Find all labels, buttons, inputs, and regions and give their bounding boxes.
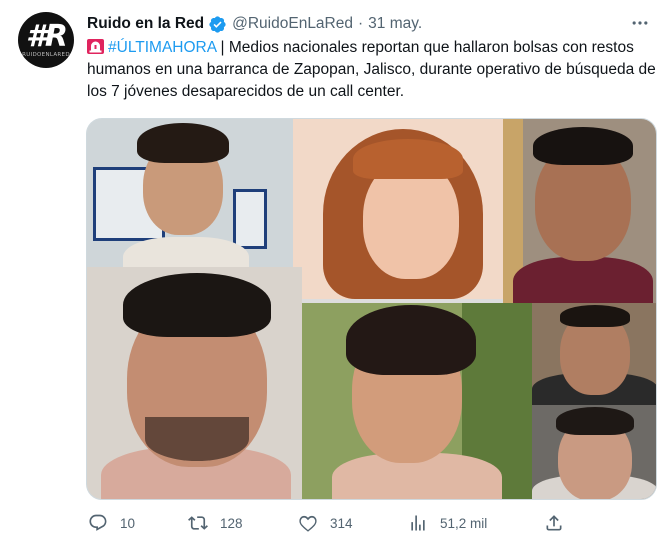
display-name[interactable]: Ruido en la Red xyxy=(87,15,204,33)
siren-icon xyxy=(87,39,104,54)
photo-man-middle-right xyxy=(532,303,656,405)
tweet-text: #ÚLTIMAHORA | Medios nacionales reportan… xyxy=(87,37,657,103)
separator-dot: · xyxy=(358,15,364,32)
avatar[interactable]: #R RUIDOENLARED xyxy=(18,12,74,68)
tweet[interactable]: #R RUIDOENLARED Ruido en la Red @RuidoEn… xyxy=(0,0,672,548)
reply-button[interactable]: 10 xyxy=(88,512,135,534)
author-handle[interactable]: @RuidoEnLaRed xyxy=(232,15,353,33)
more-options-button[interactable] xyxy=(628,12,652,34)
like-button[interactable]: 314 xyxy=(298,512,353,534)
tweet-media-collage[interactable] xyxy=(86,118,657,500)
photo-woman-bottom-center xyxy=(302,303,532,499)
retweet-button[interactable]: 128 xyxy=(188,512,243,534)
more-icon xyxy=(632,21,648,25)
verified-badge-icon xyxy=(209,15,226,33)
views-count: 51,2 mil xyxy=(440,515,488,531)
like-count: 314 xyxy=(330,515,353,531)
share-button[interactable] xyxy=(544,512,564,534)
reply-icon xyxy=(89,514,107,531)
photo-man-bottom-right xyxy=(532,405,656,499)
reply-count: 10 xyxy=(120,515,136,531)
like-icon xyxy=(299,515,317,532)
tweet-date[interactable]: 31 may. xyxy=(368,15,422,33)
tweet-header: Ruido en la Red @RuidoEnLaRed · 31 may. xyxy=(87,13,422,35)
views-button[interactable]: 51,2 mil xyxy=(408,512,487,534)
retweet-count: 128 xyxy=(220,515,243,531)
hashtag-link[interactable]: #ÚLTIMAHORA xyxy=(108,39,216,56)
photo-man-top-left xyxy=(87,119,293,271)
avatar-logo-text: #R xyxy=(26,18,68,54)
views-icon xyxy=(411,515,425,531)
photo-man-top-right xyxy=(503,119,656,303)
photo-woman-top-center xyxy=(293,119,503,299)
share-icon xyxy=(546,515,562,531)
avatar-logo-subtext: RUIDOENLARED xyxy=(22,51,70,58)
photo-man-bottom-left xyxy=(87,267,302,499)
retweet-icon xyxy=(188,516,208,530)
tweet-actions-bar: 10 128 314 51,2 mil xyxy=(86,512,576,534)
